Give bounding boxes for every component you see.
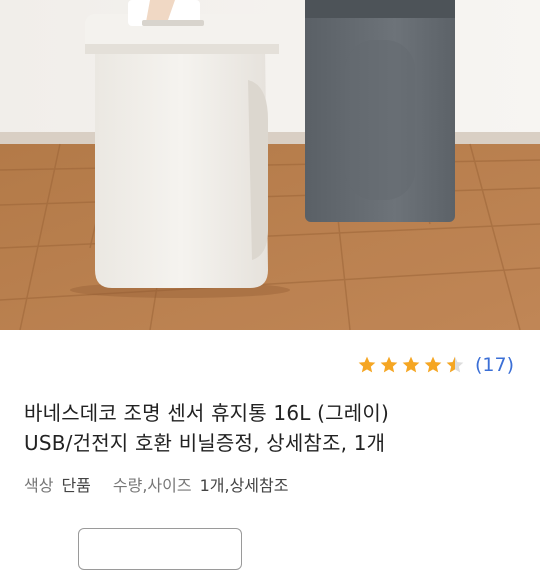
star-icon: [424, 356, 442, 373]
size-option-value: 1개,상세참조: [199, 476, 289, 495]
size-option-label: 수량,사이즈: [112, 476, 192, 495]
product-photo[interactable]: [0, 0, 540, 330]
star-icon: [380, 356, 398, 373]
half-star-icon: [446, 356, 464, 373]
star-icon: [402, 356, 420, 373]
product-title-line: 바네스데코 조명 센서 휴지통 16L (그레이): [24, 401, 389, 425]
product-photo-illustration: [0, 0, 540, 330]
product-rating[interactable]: (17): [357, 354, 514, 376]
product-options: 색상 단품 수량,사이즈 1개,상세참조: [24, 472, 310, 496]
product-title: 바네스데코 조명 센서 휴지통 16L (그레이) USB/건전지 호환 비닐증…: [24, 398, 524, 458]
product-title-line: USB/건전지 호환 비닐증정, 상세참조, 1개: [24, 431, 386, 455]
review-count[interactable]: (17): [475, 354, 514, 376]
color-option-label: 색상: [24, 476, 54, 495]
star-icon: [358, 356, 376, 373]
action-button[interactable]: [78, 528, 242, 570]
product-info: (17) 바네스데코 조명 센서 휴지통 16L (그레이) USB/건전지 호…: [0, 330, 540, 570]
color-option-value: 단품: [61, 476, 91, 495]
